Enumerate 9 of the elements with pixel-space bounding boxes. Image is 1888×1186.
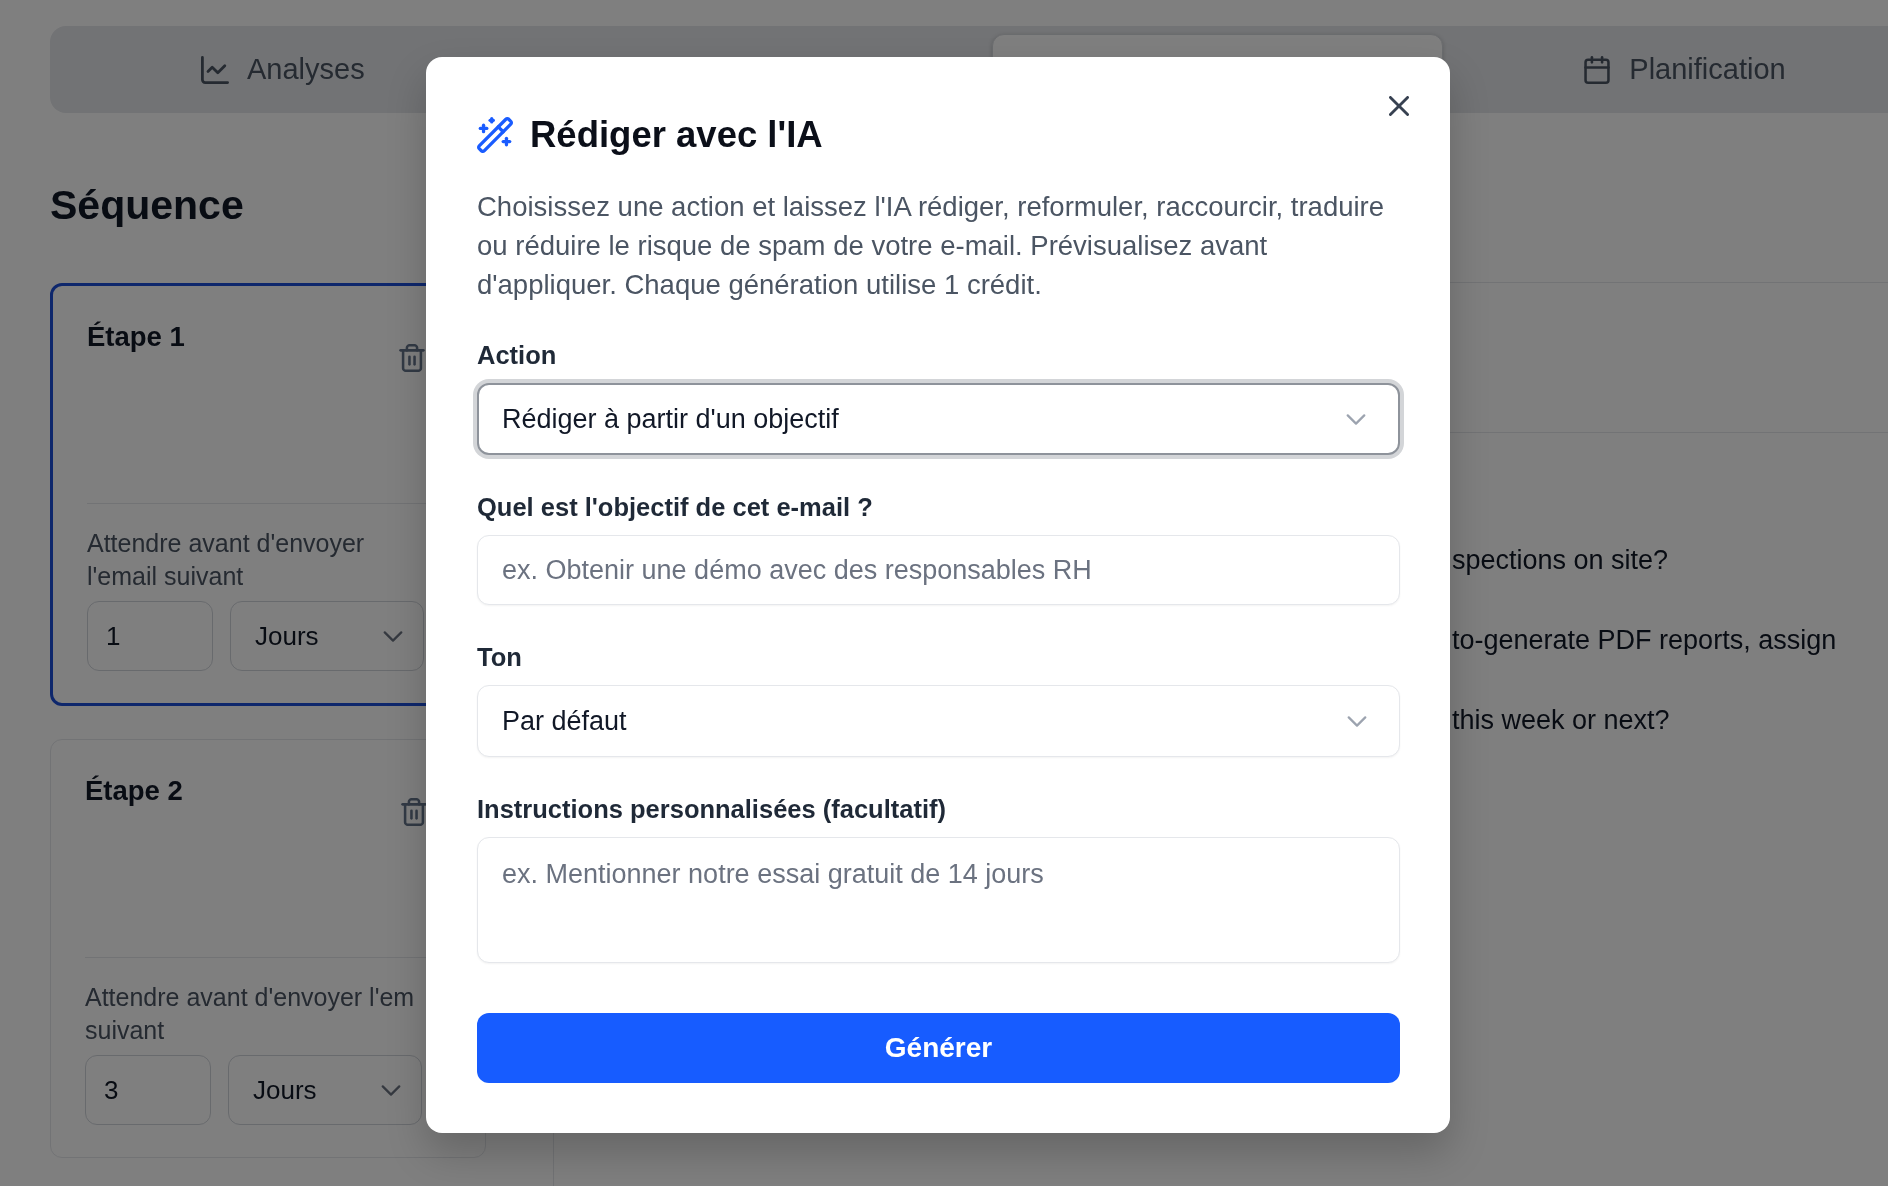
email-body-line: to-generate PDF reports, assign — [1452, 624, 1837, 656]
email-body-line: this week or next? — [1452, 704, 1670, 736]
wait-label: Attendre avant d'envoyer l'email suivant — [87, 528, 366, 592]
dialog-title: Rédiger avec l'IA — [530, 113, 823, 157]
email-body-line: spections on site? — [1452, 544, 1669, 576]
wait-label: Attendre avant d'envoyer l'em suivant — [85, 982, 416, 1046]
step-title: Étape 1 — [87, 321, 185, 353]
section-title: Séquence — [50, 183, 244, 227]
step-title: Étape 2 — [85, 775, 183, 807]
